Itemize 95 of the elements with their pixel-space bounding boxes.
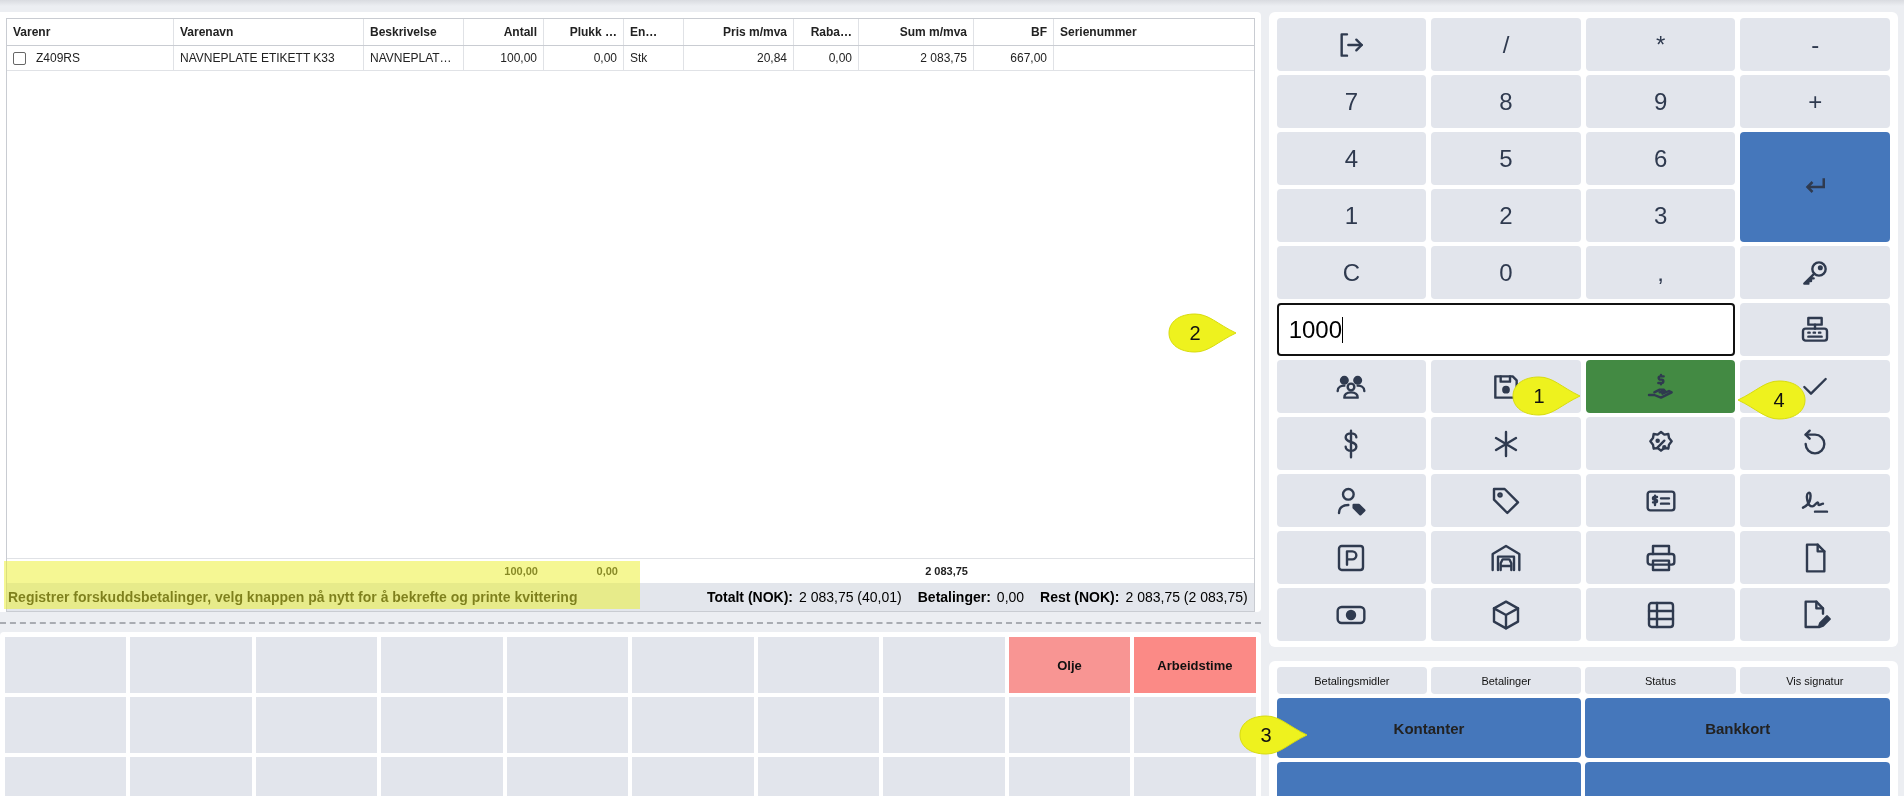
- column-header[interactable]: Pris m/mva: [684, 19, 794, 45]
- column-header[interactable]: Varenr: [7, 19, 174, 45]
- keypad-key[interactable]: 9: [1585, 75, 1736, 128]
- function-key[interactable]: [1276, 531, 1427, 584]
- empty-tile[interactable]: [506, 637, 629, 693]
- function-key[interactable]: [1276, 588, 1427, 641]
- keypad-key[interactable]: 7: [1276, 75, 1427, 128]
- summary-label: Totalt (NOK):: [706, 589, 793, 605]
- empty-tile[interactable]: [381, 697, 503, 753]
- empty-tile[interactable]: [255, 697, 378, 753]
- function-key[interactable]: [1276, 474, 1427, 527]
- empty-tile[interactable]: [130, 697, 252, 753]
- empty-tile[interactable]: [883, 697, 1005, 753]
- keypad-key[interactable]: C: [1276, 246, 1427, 299]
- payment-tab[interactable]: Vis signatur: [1739, 667, 1890, 694]
- table-cell: 0,00: [828, 51, 852, 65]
- function-key[interactable]: [1740, 303, 1890, 356]
- callout: 2: [1165, 311, 1239, 355]
- empty-tile[interactable]: [506, 757, 629, 796]
- callout: 1: [1509, 374, 1583, 418]
- empty-tile[interactable]: [757, 637, 880, 693]
- summary-label: Rest (NOK):: [1040, 589, 1120, 605]
- function-key[interactable]: [1585, 588, 1736, 641]
- column-header[interactable]: Serienummer: [1054, 19, 1254, 45]
- total-value: 0,00: [596, 565, 618, 577]
- product-tile[interactable]: Arbeidstime: [1134, 637, 1256, 693]
- keypad-key[interactable]: +: [1740, 75, 1890, 128]
- column-header[interactable]: Plukk …: [544, 19, 624, 45]
- table-cell: 100,00: [500, 51, 537, 65]
- total-value: 2 083,75: [925, 565, 968, 577]
- table-cell: 20,84: [756, 51, 787, 65]
- column-header[interactable]: Varenavn: [174, 19, 364, 45]
- keypad-key[interactable]: 8: [1431, 75, 1581, 128]
- empty-tile[interactable]: [381, 637, 503, 693]
- keypad-key[interactable]: 4: [1276, 132, 1427, 185]
- column-header[interactable]: BF: [974, 19, 1054, 45]
- column-header[interactable]: Raba…: [794, 19, 859, 45]
- empty-tile[interactable]: [757, 757, 880, 796]
- empty-tile[interactable]: [632, 637, 754, 693]
- product-tile[interactable]: Olje: [1008, 637, 1131, 693]
- empty-tile[interactable]: [1008, 697, 1131, 753]
- keypad-key[interactable]: /: [1431, 18, 1581, 71]
- keypad-key[interactable]: 6: [1585, 132, 1736, 185]
- summary-value: 2 083,75 (2 083,75): [1125, 589, 1248, 605]
- empty-tile[interactable]: [130, 637, 252, 693]
- column-header[interactable]: Beskrivelse: [364, 19, 464, 45]
- function-key[interactable]: [1740, 588, 1890, 641]
- summary-value: 2 083,75 (40,01): [799, 589, 902, 605]
- payment-tab[interactable]: Status: [1585, 667, 1736, 694]
- keypad-key[interactable]: 3: [1585, 189, 1736, 242]
- table-cell: NAVNEPLATE ETIKETT K33: [180, 51, 335, 65]
- empty-tile[interactable]: [757, 697, 880, 753]
- empty-tile[interactable]: [255, 637, 378, 693]
- empty-tile[interactable]: [5, 637, 127, 693]
- table-cell: Z409RS: [36, 51, 81, 65]
- empty-tile[interactable]: [883, 637, 1005, 693]
- table-cell: 2 083,75: [920, 51, 967, 65]
- function-key[interactable]: [1585, 474, 1736, 527]
- table-cell: Stk: [630, 51, 648, 65]
- function-key[interactable]: [1431, 588, 1581, 641]
- function-key[interactable]: [1740, 531, 1890, 584]
- keypad-key[interactable]: *: [1585, 18, 1736, 71]
- keypad-key[interactable]: ,: [1585, 246, 1736, 299]
- column-header[interactable]: Sum m/mva: [859, 19, 974, 45]
- payment-tab[interactable]: Betalingsmidler: [1276, 667, 1427, 694]
- function-key[interactable]: [1585, 531, 1736, 584]
- summary-value: 0,00: [996, 589, 1025, 605]
- empty-tile[interactable]: [1134, 697, 1256, 753]
- column-header[interactable]: Antall: [464, 19, 544, 45]
- table-cell: 667,00: [1010, 51, 1047, 65]
- checkbox[interactable]: [13, 51, 26, 65]
- total-value: 100,00: [504, 565, 538, 577]
- function-key[interactable]: [1585, 417, 1736, 470]
- callout: 3: [1236, 713, 1310, 757]
- keypad-key[interactable]: 5: [1431, 132, 1581, 185]
- keypad-key[interactable]: 2: [1431, 189, 1581, 242]
- column-header[interactable]: En…: [624, 19, 684, 45]
- summary-label: Betalinger:: [917, 589, 991, 605]
- table-cell: 0,00: [593, 51, 617, 65]
- keypad-key[interactable]: 0: [1431, 246, 1581, 299]
- status-message: Registrer forskuddsbetalinger, velg knappen på nytt for å bekrefte og printe kvittering: [7, 589, 578, 605]
- empty-tile[interactable]: [5, 697, 127, 753]
- callout: 4: [1735, 378, 1809, 422]
- keypad-key[interactable]: 1: [1276, 189, 1427, 242]
- empty-tile[interactable]: [506, 697, 629, 753]
- amount-field[interactable]: 1000: [1276, 303, 1736, 356]
- empty-tile[interactable]: [1008, 757, 1131, 796]
- empty-tile[interactable]: [632, 697, 754, 753]
- payment-tab[interactable]: Betalinger: [1431, 667, 1582, 694]
- empty-tile[interactable]: [255, 757, 378, 796]
- keypad-key[interactable]: -: [1740, 18, 1890, 71]
- function-key[interactable]: [1431, 531, 1581, 584]
- table-cell: NAVNEPLAT…: [370, 51, 452, 65]
- function-key[interactable]: [1276, 360, 1427, 413]
- function-key[interactable]: [1431, 474, 1581, 527]
